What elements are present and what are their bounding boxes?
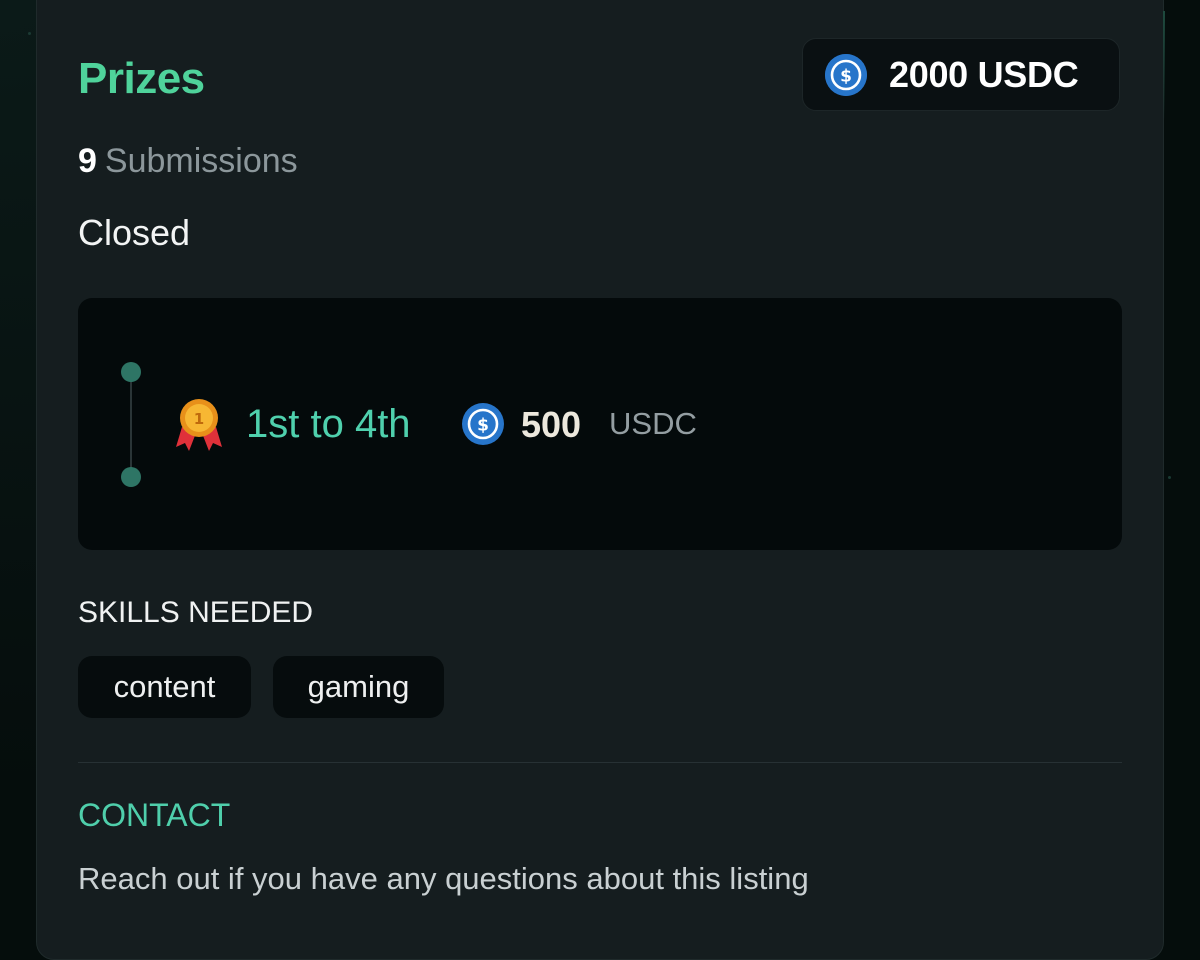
background-speck	[1168, 476, 1171, 479]
skill-tag-gaming[interactable]: gaming	[273, 656, 444, 718]
total-prize-amount: 2000 USDC	[889, 53, 1079, 95]
submissions-number: 9	[78, 142, 97, 180]
medal-icon: 1	[172, 397, 226, 453]
background-speck	[28, 32, 31, 35]
svg-text:1: 1	[194, 410, 204, 428]
listing-status: Closed	[78, 212, 191, 253]
contact-heading: CONTACT	[78, 797, 231, 833]
timeline-dot	[121, 467, 141, 487]
skill-tag-content[interactable]: content	[78, 656, 251, 718]
submissions-label: Submissions	[104, 142, 298, 180]
usdc-coin-icon: $	[462, 403, 504, 450]
timeline-dot	[121, 362, 141, 382]
prize-rank: 1st to 4th	[246, 402, 411, 446]
prize-amount: 500	[521, 404, 582, 445]
skills-heading: SKILLS NEEDED	[78, 596, 314, 629]
timeline-line	[130, 372, 132, 478]
total-prize-badge: $ 2000 USDC	[802, 38, 1120, 111]
prize-breakdown-panel	[78, 298, 1122, 550]
prize-unit: USDC	[609, 406, 697, 441]
svg-text:$: $	[477, 416, 489, 436]
section-divider	[78, 762, 1122, 763]
submissions-count: 9 Submissions	[78, 142, 298, 181]
usdc-coin-icon: $	[825, 53, 867, 96]
contact-description: Reach out if you have any questions abou…	[78, 861, 809, 896]
svg-text:$: $	[840, 66, 852, 86]
prizes-title: Prizes	[78, 54, 205, 103]
